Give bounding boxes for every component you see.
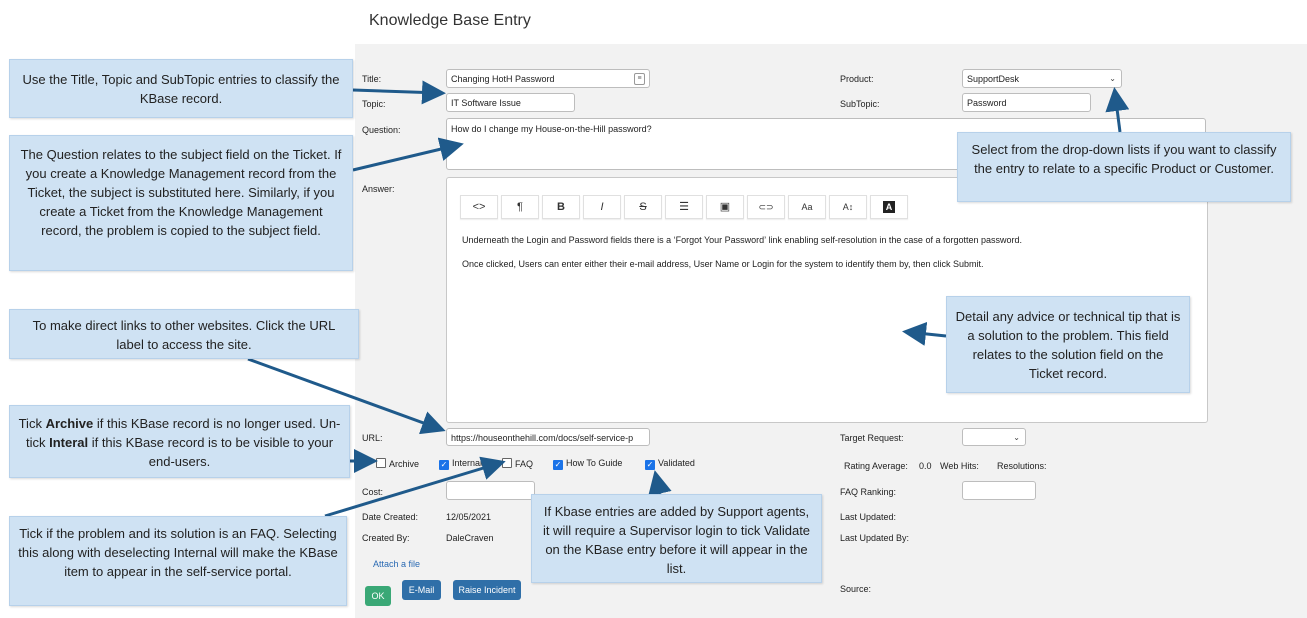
faq-checkbox[interactable]: FAQ [502,458,533,469]
subtopic-label: SubTopic: [840,99,880,109]
resolutions-label: Resolutions: [997,461,1047,471]
cost-input[interactable] [446,481,535,500]
date-created-label: Date Created: [362,512,419,522]
paragraph-icon[interactable]: ¶ [501,195,539,219]
callout-archive-text-3: if this KBase record is to be visible to… [88,435,334,469]
code-icon[interactable]: <> [460,195,498,219]
date-created-value: 12/05/2021 [446,512,492,522]
font-color-icon[interactable]: A [870,195,908,219]
rating-average-value: 0.0 [919,461,932,471]
faq-ranking-input[interactable] [962,481,1036,500]
font-size-icon[interactable]: Aa [788,195,826,219]
created-by-label: Created By: [362,533,410,543]
italic-icon[interactable]: I [583,195,621,219]
ok-button[interactable]: OK [365,586,391,606]
topic-input-value: IT Software Issue [451,98,521,108]
archive-checkbox[interactable]: Archive [376,458,419,469]
validated-box[interactable]: ✓ [645,460,655,470]
callout-classify: Use the Title, Topic and SubTopic entrie… [9,59,353,118]
internal-checkbox[interactable]: ✓ Internal [439,458,482,470]
question-label: Question: [362,125,401,135]
rating-average-label: Rating Average: [844,461,908,471]
internal-box[interactable]: ✓ [439,460,449,470]
callout-archive-bold-1: Archive [45,416,94,431]
cost-label: Cost: [362,487,384,497]
font-color-glyph: A [883,201,895,214]
callout-answer: Detail any advice or technical tip that … [946,296,1190,393]
strikethrough-icon[interactable]: S [624,195,662,219]
how-to-guide-box[interactable]: ✓ [553,460,563,470]
web-hits-label: Web Hits: [940,461,979,471]
url-input[interactable]: https://houseonthehill.com/docs/self-ser… [446,428,650,446]
validated-label: Validated [658,458,695,468]
callout-question: The Question relates to the subject fiel… [9,135,353,271]
target-request-label: Target Request: [840,433,904,443]
topic-input[interactable]: IT Software Issue [446,93,575,112]
last-updated-by-label: Last Updated By: [840,533,910,543]
url-label[interactable]: URL: [362,433,383,443]
chevron-down-icon: ⌄ [1013,433,1020,442]
title-input-value: Changing HotH Password [451,74,555,84]
attach-file-link[interactable]: Attach a file [373,559,420,569]
callout-archive: Tick Archive if this KBase record is no … [9,405,350,478]
how-to-guide-label: How To Guide [566,458,623,468]
email-button[interactable]: E-Mail [402,580,441,600]
list-icon[interactable]: ☰ [665,195,703,219]
topic-label: Topic: [362,99,386,109]
faq-label: FAQ [515,459,534,469]
how-to-guide-checkbox[interactable]: ✓ How To Guide [553,458,622,470]
spellcheck-icon[interactable]: ≡ [634,73,645,85]
faq-ranking-label: FAQ Ranking: [840,487,897,497]
callout-validate: If Kbase entries are added by Support ag… [531,494,822,583]
internal-label: Internal [452,458,483,468]
page-title: Knowledge Base Entry [369,12,531,29]
link-icon[interactable]: ⊂⊃ [747,195,785,219]
faq-box[interactable] [502,458,512,468]
archive-box[interactable] [376,458,386,468]
callout-url: To make direct links to other websites. … [9,309,359,359]
question-input-value: How do I change my House-on-the-Hill pas… [451,124,652,134]
title-label: Title: [362,74,382,84]
url-input-value: https://houseonthehill.com/docs/self-ser… [451,433,634,443]
product-select[interactable]: SupportDesk ⌄ [962,69,1122,88]
answer-line-2: Once clicked, Users can enter either the… [462,259,984,269]
title-input[interactable]: Changing HotH Password ≡ [446,69,650,88]
answer-line-1: Underneath the Login and Password fields… [462,235,1022,245]
subtopic-input-value: Password [967,98,1007,108]
callout-faq: Tick if the problem and its solution is … [9,516,347,606]
callout-archive-bold-2: Interal [49,435,89,450]
last-updated-label: Last Updated: [840,512,897,522]
source-label: Source: [840,584,872,594]
validated-checkbox[interactable]: ✓ Validated [645,458,695,470]
answer-label: Answer: [362,184,395,194]
product-label: Product: [840,74,874,84]
raise-incident-button[interactable]: Raise Incident [453,580,521,600]
chevron-down-icon: ⌄ [1109,74,1116,83]
callout-archive-text-1: Tick [18,416,46,431]
bold-icon[interactable]: B [542,195,580,219]
product-select-value: SupportDesk [967,74,1020,84]
archive-label: Archive [389,459,420,469]
callout-product: Select from the drop-down lists if you w… [957,132,1291,202]
created-by-value: DaleCraven [446,533,494,543]
line-height-icon[interactable]: A↕ [829,195,867,219]
subtopic-input[interactable]: Password [962,93,1091,112]
target-request-select[interactable]: ⌄ [962,428,1026,446]
image-icon[interactable]: ▣ [706,195,744,219]
